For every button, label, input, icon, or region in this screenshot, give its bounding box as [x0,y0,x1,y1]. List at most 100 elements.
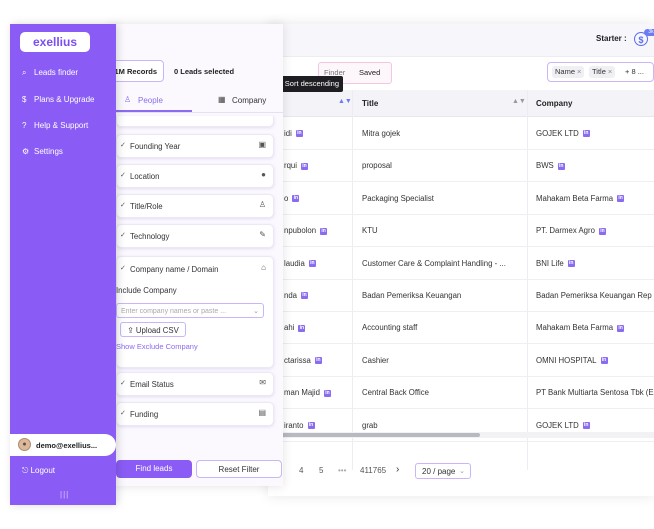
linkedin-icon[interactable]: in [298,324,306,332]
credits-badge: 3k [644,29,654,36]
sidebar-item-help[interactable]: ? Help & Support [22,121,88,135]
leads-selected-tab[interactable]: 0 Leads selected [174,67,234,76]
page-5[interactable]: 5 [319,466,323,475]
cell-title: Mitra gojek [362,129,401,138]
linkedin-icon[interactable]: in [307,422,315,430]
show-exclude-company-link[interactable]: Show Exclude Company [116,342,198,351]
tab-saved[interactable]: Saved [359,68,380,77]
table-header: ▲▼ Title ▲▼ Company [268,90,654,117]
cell-title: Packaging Specialist [362,193,434,203]
sort-tooltip: Sort descending [273,76,343,92]
cell-company: Mahakam Beta Farma in [536,193,625,203]
tab-company-label: Company [232,96,267,105]
horizontal-scrollbar[interactable] [268,432,654,438]
cell-company: OMNI HOSPITAL in [536,355,608,365]
cell-company: PT. Darmex Agro in [536,226,606,236]
column-header-company[interactable]: Company [536,99,572,108]
building-icon: ▦ [218,95,226,104]
sidebar-item-plans[interactable]: $ Plans & Upgrade [22,95,94,109]
table-row[interactable]: npubolon in KTU PT. Darmex Agro in [268,214,654,248]
sidebar-item-leads-finder[interactable]: ⌕ Leads finder [22,68,78,82]
linkedin-icon[interactable]: in [582,422,590,430]
close-icon[interactable]: × [577,67,581,76]
linkedin-icon[interactable]: in [617,195,625,203]
filter-title-role[interactable]: ✓ Title/Role ♙ [116,194,274,218]
table-row[interactable]: ahi in Accounting staff Mahakam Beta Farma i… [268,311,654,345]
cell-name: nda in [284,291,309,300]
chevron-icon: ✓ [120,410,126,417]
page-ellipsis[interactable]: ••• [338,466,346,475]
sort-icon[interactable]: ▲▼ [338,98,352,105]
hammer-icon: ✎ [259,230,266,239]
linkedin-icon[interactable]: in [600,357,608,365]
table-row[interactable]: nda in Badan Pemeriksa Keuangan Badan Pemer… [268,279,654,312]
chevron-icon: ✓ [120,380,126,387]
page-size-select[interactable]: 20 / page ⌄ [415,463,471,479]
filter-funding[interactable]: ✓ Funding ▤ [116,402,274,426]
close-icon[interactable]: × [608,67,612,76]
column-chip-title[interactable]: Title × [589,66,616,78]
linkedin-icon[interactable]: in [295,130,303,138]
linkedin-icon[interactable]: in [557,162,565,170]
avatar: ● [18,438,31,451]
column-chip-name[interactable]: Name × [552,66,585,78]
table-row[interactable]: laudia in Customer Care & Complaint Handli… [268,247,654,280]
column-chip-more[interactable]: + 8 ... [625,67,644,76]
next-page-icon[interactable]: › [396,464,399,475]
sidebar-item-label: Leads finder [34,68,79,77]
person-icon: ♙ [124,95,132,104]
linkedin-icon[interactable]: in [582,130,590,138]
find-leads-button[interactable]: Find leads [116,460,192,478]
filter-label: Email Status [130,380,174,389]
cell-title: grab [362,420,378,430]
linkedin-icon[interactable]: in [598,227,606,235]
cell-name: man Majid in [284,388,331,398]
cell-name: ahi in [284,323,306,333]
linkedin-icon[interactable]: in [301,292,309,300]
linkedin-icon[interactable]: in [301,162,309,170]
logout-button[interactable]: ⎋ Logout [22,466,55,476]
filter-email-status[interactable]: ✓ Email Status ✉ [116,372,274,396]
upload-csv-button[interactable]: ⇪ Upload CSV [120,322,186,337]
linkedin-icon[interactable]: in [308,260,316,268]
sort-icon[interactable]: ▲▼ [512,98,526,105]
scrollbar-thumb[interactable] [268,433,480,437]
column-header-title[interactable]: Title [362,99,378,108]
linkedin-icon[interactable]: in [292,195,300,203]
linkedin-icon[interactable]: in [567,260,575,268]
user-account[interactable]: ● demo@exellius... [10,434,116,456]
page-4[interactable]: 4 [299,466,303,475]
help-icon: ? [22,121,27,130]
cell-name: rqui in [284,161,309,171]
filter-founding-year[interactable]: ✓ Founding Year ▣ [116,134,274,158]
table-row[interactable]: rqui in proposal BWS in [268,149,654,183]
linkedin-icon[interactable]: in [320,227,328,235]
column-selector[interactable]: Name × Title × + 8 ... [547,62,654,82]
linkedin-icon[interactable]: in [617,324,625,332]
tab-people[interactable]: ♙ People [112,88,192,112]
cell-name: idi in [284,129,303,138]
table-row[interactable]: idi in Mitra gojek GOJEK LTD in [268,117,654,150]
filter-technology[interactable]: ✓ Technology ✎ [116,224,274,248]
company-search-input[interactable]: Enter company names or paste ... ⌄ [116,303,264,318]
chevron-icon: ✓ [120,142,126,149]
records-count-tab[interactable]: 1M Records [112,60,164,82]
cell-title: Badan Pemeriksa Keuangan [362,291,462,300]
sidebar-item-settings[interactable]: ⚙ Settings [22,147,63,161]
filter-panel: 1M Records 0 Leads selected ♙ People ▦ C… [112,24,283,486]
cell-title: proposal [362,161,392,171]
table-row[interactable]: man Majid in Central Back Office PT Bank Mu… [268,376,654,410]
filter-label: Technology [130,232,170,241]
drag-handle-icon[interactable]: ||| [60,490,69,499]
cell-company: BWS in [536,161,565,171]
table-row[interactable]: o in Packaging Specialist Mahakam Beta Farm… [268,182,654,215]
linkedin-icon[interactable]: in [323,389,331,397]
page-last[interactable]: 411765 [360,466,386,475]
linkedin-icon[interactable]: in [314,357,322,365]
chevron-icon: ✓ [120,232,126,239]
table-row[interactable]: ctarissa in Cashier OMNI HOSPITAL in [268,344,654,377]
filter-location[interactable]: ✓ Location ● [116,164,274,188]
reset-filter-button[interactable]: Reset Filter [196,460,282,478]
cell-title: Central Back Office [362,388,430,398]
plan-label: Starter : [596,34,627,43]
